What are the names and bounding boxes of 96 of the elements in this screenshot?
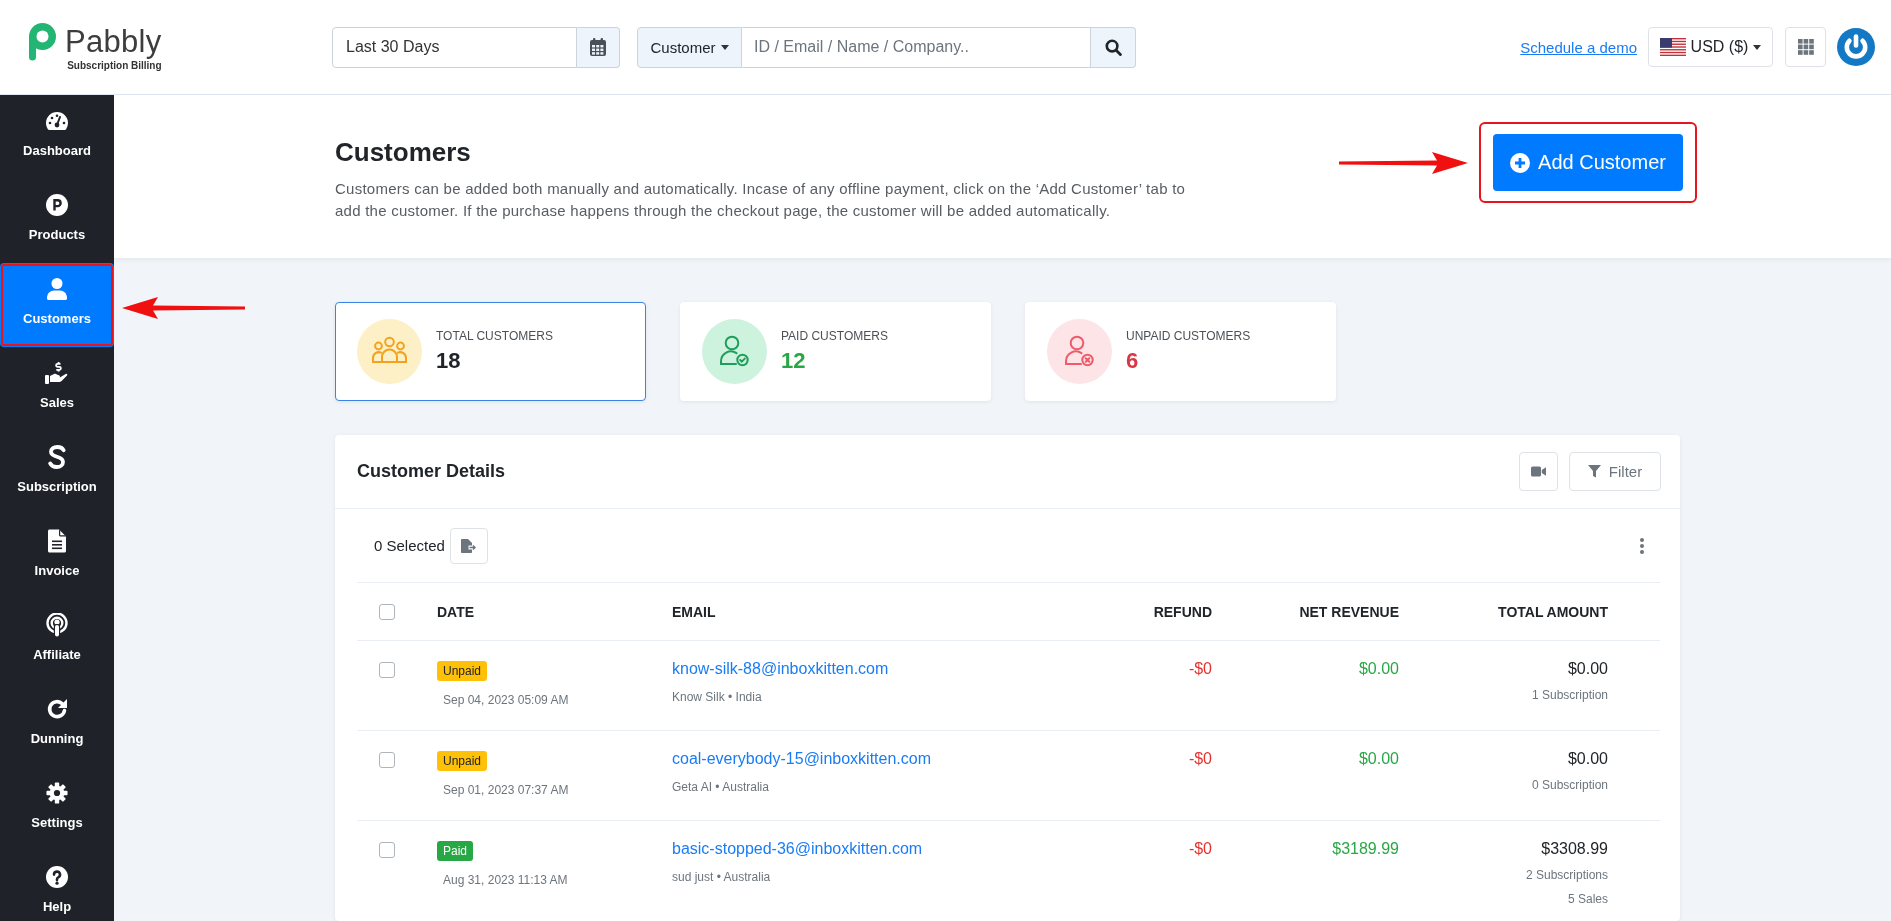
refund-amount: -$0 xyxy=(1188,839,1212,859)
calendar-icon xyxy=(590,38,606,56)
schedule-demo-link[interactable]: Schedule a demo xyxy=(1520,38,1637,56)
user-icon xyxy=(47,277,67,301)
date-text: Sep 04, 2023 05:09 AM xyxy=(443,692,569,708)
filter-button[interactable]: Filter xyxy=(1569,452,1661,491)
caret-icon xyxy=(1753,44,1762,50)
status-badge: Paid xyxy=(437,841,474,861)
net-revenue-amount: $3189.99 xyxy=(1332,839,1399,859)
customer-name: Know Silk • India xyxy=(672,689,762,706)
date-text: Aug 31, 2023 11:13 AM xyxy=(443,872,568,888)
selected-count: 0 Selected xyxy=(374,537,445,554)
column-header: NET REVENUE xyxy=(1298,603,1399,620)
status-badge: Unpaid xyxy=(437,751,488,771)
help-icon xyxy=(46,865,68,889)
stat-card[interactable]: TOTAL CUSTOMERS 18 xyxy=(335,302,646,401)
more-options-icon[interactable] xyxy=(1640,537,1644,554)
calendar-button[interactable] xyxy=(577,26,620,68)
currency-dropdown[interactable]: USD ($) xyxy=(1648,27,1773,67)
grid-icon xyxy=(1797,39,1814,55)
caret-icon xyxy=(720,44,729,50)
sidebar-item[interactable]: Sales xyxy=(0,347,114,431)
sidebar-item[interactable]: Help xyxy=(0,851,114,921)
s-shape-icon xyxy=(48,445,66,469)
total-amount: $0.00 xyxy=(1567,659,1608,679)
redo-icon xyxy=(46,697,68,721)
stat-label: PAID CUSTOMERS xyxy=(781,328,888,344)
card-title: Customer Details xyxy=(357,461,506,482)
user-check-icon xyxy=(702,319,767,384)
file-arrow-icon xyxy=(461,538,477,553)
sidebar-item[interactable]: Invoice xyxy=(0,515,114,599)
logo-tagline: Subscription Billing xyxy=(67,59,162,72)
funnel-icon xyxy=(1587,465,1601,478)
stat-value: 12 xyxy=(781,347,806,375)
summary-text: 1 Subscription xyxy=(1531,687,1608,704)
status-badge: Unpaid xyxy=(437,661,488,681)
sidebar-item[interactable]: Settings xyxy=(0,767,114,851)
document-icon xyxy=(48,529,66,553)
customer-name: Geta AI • Australia xyxy=(672,779,769,796)
summary-text: 5 Sales xyxy=(1567,891,1608,908)
broadcast-icon xyxy=(46,613,68,637)
export-button[interactable] xyxy=(449,527,488,564)
video-button[interactable] xyxy=(1519,452,1558,491)
power-icon[interactable] xyxy=(1837,28,1875,66)
email-link[interactable]: know-silk-88@inboxkitten.com xyxy=(672,659,889,679)
sidebar-item[interactable]: Products xyxy=(0,179,114,263)
hand-dollar-icon xyxy=(45,361,69,385)
user-cross-icon xyxy=(1047,319,1112,384)
page-title: Customers xyxy=(335,136,472,168)
stat-card[interactable]: PAID CUSTOMERS 12 xyxy=(680,302,991,401)
search-scope-dropdown[interactable]: Customer xyxy=(637,26,742,68)
stat-label: TOTAL CUSTOMERS xyxy=(436,328,553,344)
video-camera-icon xyxy=(1531,466,1546,477)
column-header: TOTAL AMOUNT xyxy=(1497,603,1608,620)
logo-name: Pabbly xyxy=(65,26,162,57)
search-button[interactable] xyxy=(1091,26,1136,68)
email-link[interactable]: coal-everybody-15@inboxkitten.com xyxy=(672,749,932,769)
stat-label: UNPAID CUSTOMERS xyxy=(1126,328,1251,344)
page-description: Customers can be added both manually and automatically. Incase of any offline payment, click on the ‘Add Customer’ tab to add the customer. If the purchase happens through the checkout page, the customer will be added automatically. xyxy=(335,179,1187,221)
net-revenue-amount: $0.00 xyxy=(1358,749,1399,769)
email-link[interactable]: basic-stopped-36@inboxkitten.com xyxy=(672,839,923,859)
flag-icon xyxy=(1659,38,1686,56)
refund-amount: -$0 xyxy=(1188,749,1212,769)
date-range-field[interactable]: Last 30 Days xyxy=(332,26,577,68)
people-group-icon xyxy=(357,319,422,384)
date-text: Sep 01, 2023 07:37 AM xyxy=(443,782,569,798)
summary-text: 2 Subscriptions xyxy=(1525,867,1608,884)
sidebar-item[interactable]: Dunning xyxy=(0,683,114,767)
column-header: EMAIL xyxy=(672,603,717,620)
search-field[interactable]: ID / Email / Name / Company.. xyxy=(742,26,1091,68)
sidebar-item[interactable]: Subscription xyxy=(0,431,114,515)
sidebar-item[interactable]: Dashboard xyxy=(0,95,114,179)
gear-icon xyxy=(46,781,68,805)
sidebar-item[interactable]: Affiliate xyxy=(0,599,114,683)
row-checkbox[interactable] xyxy=(379,662,395,678)
search-icon xyxy=(1104,38,1122,56)
column-header: REFUND xyxy=(1152,603,1212,620)
add-customer-button[interactable]: Add Customer xyxy=(1493,134,1683,191)
summary-text: 0 Subscription xyxy=(1531,777,1608,794)
logo-icon xyxy=(29,22,56,61)
row-checkbox[interactable] xyxy=(379,842,395,858)
total-amount: $3308.99 xyxy=(1541,839,1608,859)
stat-card[interactable]: UNPAID CUSTOMERS 6 xyxy=(1025,302,1336,401)
row-checkbox[interactable] xyxy=(379,752,395,768)
plus-circle-icon xyxy=(1510,152,1531,173)
stat-value: 6 xyxy=(1126,347,1139,375)
net-revenue-amount: $0.00 xyxy=(1358,659,1399,679)
gauge-icon xyxy=(45,109,69,133)
total-amount: $0.00 xyxy=(1567,749,1608,769)
apps-button[interactable] xyxy=(1785,27,1826,67)
customer-name: sud just • Australia xyxy=(672,869,771,886)
stat-value: 18 xyxy=(436,347,461,375)
select-all-checkbox[interactable] xyxy=(379,603,395,620)
refund-amount: -$0 xyxy=(1188,659,1212,679)
p-circle-icon xyxy=(46,193,68,217)
column-header: DATE xyxy=(437,603,476,620)
